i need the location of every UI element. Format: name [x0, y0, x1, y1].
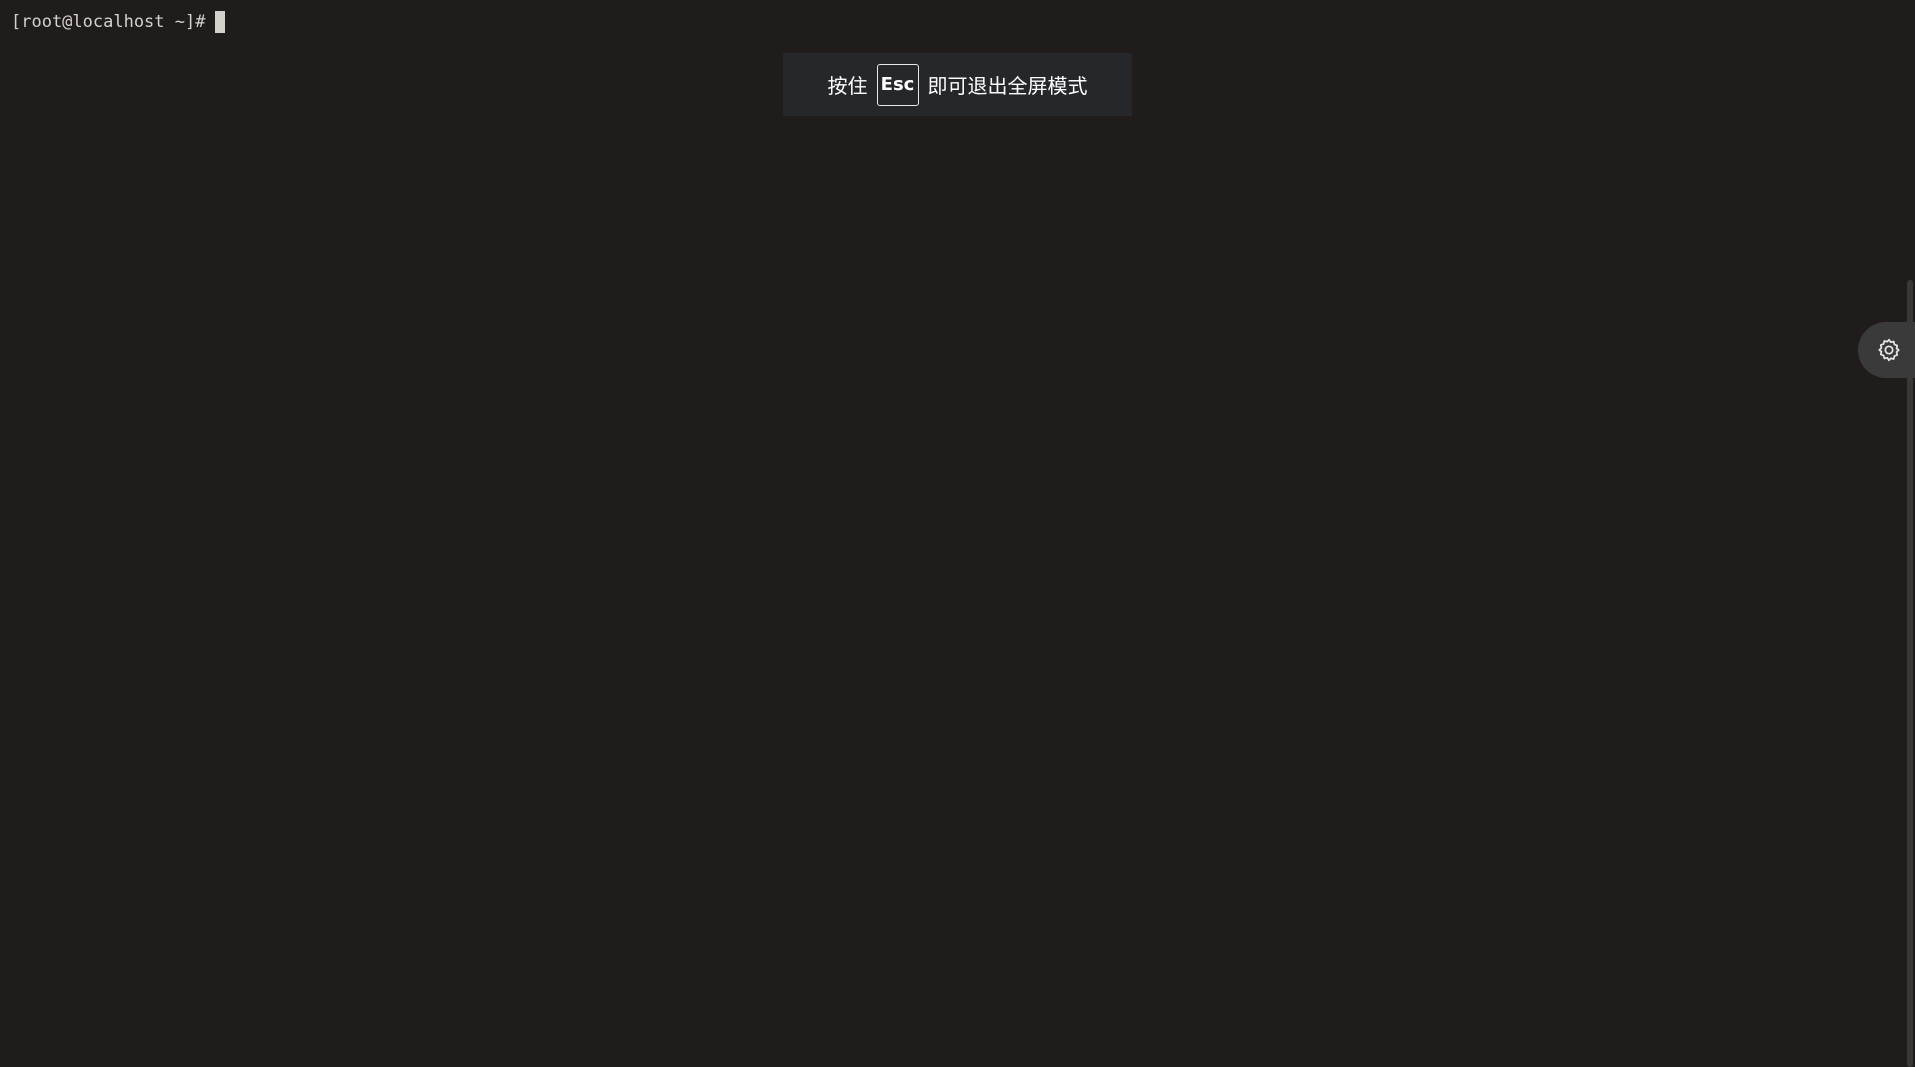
fullscreen-exit-toast: 按住 Esc 即可退出全屏模式 [783, 53, 1132, 116]
gear-icon [1877, 338, 1900, 362]
toast-text-before: 按住 [827, 74, 868, 98]
terminal-screen[interactable]: [root@localhost ~]# [0, 0, 1905, 1067]
terminal-scrollbar[interactable] [1905, 0, 1915, 1067]
settings-button[interactable] [1858, 322, 1915, 378]
toast-text-after: 即可退出全屏模式 [927, 74, 1088, 98]
prompt-line: [root@localhost ~]# [11, 11, 226, 33]
shell-prompt: [root@localhost ~]# [11, 12, 206, 32]
text-cursor [215, 11, 226, 33]
scrollbar-thumb[interactable] [1907, 280, 1913, 1067]
esc-key-badge: Esc [876, 63, 919, 106]
